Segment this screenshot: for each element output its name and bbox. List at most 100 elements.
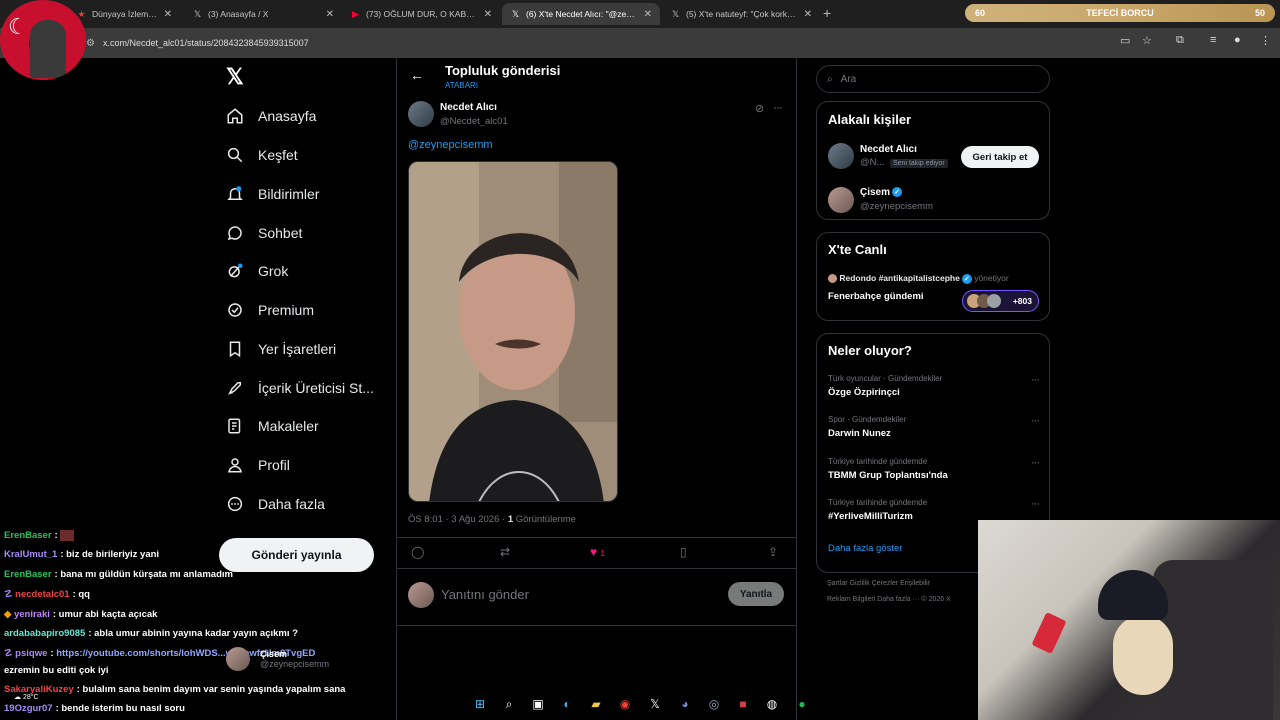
reply-submit-button[interactable]: Yanıtla — [728, 582, 784, 606]
obs-icon[interactable]: ◍ — [762, 694, 782, 714]
like-icon[interactable]: ♥ 1 — [590, 545, 605, 559]
bookmark-star-icon[interactable]: ☆ — [1142, 34, 1152, 47]
chat-message: ErenBaser: bana mı güldün kürşata mı anl… — [4, 569, 233, 580]
bookmark-action-icon[interactable]: ▯ — [680, 545, 687, 559]
nav-grok[interactable]: Grok — [224, 256, 288, 286]
new-tab-icon[interactable]: + — [823, 5, 831, 21]
page-title: Topluluk gönderisi — [445, 63, 561, 78]
trend-meta: Spor · Gündemdekiler — [828, 415, 907, 424]
file-explorer-icon[interactable]: ▰ — [586, 694, 606, 714]
trend-more-icon[interactable]: ··· — [1031, 498, 1040, 510]
trend-item[interactable]: TBMM Grup Toplantısı'nda — [828, 470, 948, 481]
grok-explain-icon[interactable]: ⊘ — [755, 102, 764, 115]
trend-more-icon[interactable]: ··· — [1031, 374, 1040, 386]
nav-premium[interactable]: Premium — [224, 295, 314, 325]
chat-icon — [224, 222, 246, 244]
post-mention-link[interactable]: @zeynepcisemm — [408, 139, 493, 151]
rocket-icon — [224, 377, 246, 399]
back-arrow-icon[interactable]: ← — [410, 67, 424, 83]
post-button[interactable]: Gönderi yayınla — [219, 538, 374, 572]
trend-item[interactable]: #YerliveMilliTurizm — [828, 511, 913, 522]
profile-icon — [224, 454, 246, 476]
debt-bar: 60 TEFECİ BORCU 50 — [965, 4, 1275, 22]
weather-widget[interactable]: ☁ 28°C — [14, 693, 39, 701]
extensions-icon[interactable]: ⧉ — [1176, 34, 1184, 47]
trend-item[interactable]: Darwin Nunez — [828, 428, 891, 439]
site-info-icon[interactable]: ⚙ — [86, 38, 95, 49]
tab-5[interactable]: 𝕏 (5) X'te natuteyf: "Çok korkunç ✕ — [662, 3, 820, 25]
author-avatar[interactable] — [408, 101, 434, 127]
nav-articles[interactable]: Makaleler — [224, 411, 319, 441]
nav-explore[interactable]: Keşfet — [224, 140, 298, 170]
trend-meta: Türkiye tarihinde gündemde — [828, 498, 928, 507]
close-icon[interactable]: ✕ — [164, 9, 172, 20]
card-title: Neler oluyor? — [828, 343, 912, 358]
person-avatar[interactable] — [828, 187, 854, 213]
x-icon: 𝕏 — [193, 8, 202, 19]
more-options-icon[interactable]: ··· — [773, 100, 783, 114]
live-topic[interactable]: Fenerbahçe gündemi — [828, 291, 924, 302]
nav-creator-studio[interactable]: İçerik Üreticisi St... — [224, 373, 374, 403]
person-name[interactable]: Necdet Alıcı — [860, 144, 917, 155]
close-icon[interactable]: ✕ — [484, 9, 492, 20]
app-icon[interactable]: ■ — [733, 694, 753, 714]
nav-profile[interactable]: Profil — [224, 450, 290, 480]
x-app-icon[interactable]: 𝕏 — [645, 694, 665, 714]
account-switcher[interactable]: Çisem @zeynepcisemm — [226, 644, 386, 674]
tab-2[interactable]: 𝕏 (3) Anasayfa / X ✕ — [184, 3, 342, 25]
nav-bookmarks[interactable]: Yer İşaretleri — [224, 334, 336, 364]
webcam-feed — [978, 520, 1280, 720]
search-icon[interactable]: ⌕ — [499, 694, 519, 714]
trend-more-icon[interactable]: ··· — [1031, 457, 1040, 469]
person-avatar[interactable] — [828, 143, 854, 169]
crescent-star-icon: ☾ — [8, 14, 28, 39]
show-more-link[interactable]: Daha fazla göster — [828, 543, 902, 554]
nav-more[interactable]: Daha fazla — [224, 489, 325, 519]
chat-message: ☡ necdetalc01: qq — [4, 589, 90, 600]
tab-4-active[interactable]: 𝕏 (6) X'te Necdet Alıcı: "@zeynepc ✕ — [502, 3, 660, 25]
bookmark-icon — [224, 338, 246, 360]
search-input[interactable]: ⌕ Ara — [816, 65, 1050, 93]
repost-icon[interactable]: ⇄ — [500, 545, 510, 559]
cast-icon[interactable]: ▭ — [1120, 34, 1130, 47]
footer-links[interactable]: Reklam Bilgileri Daha fazla ··· © 2026 X — [827, 596, 951, 603]
steam-icon[interactable]: ◎ — [704, 694, 724, 714]
footer-links[interactable]: Şartlar Gizlilik Çerezler Erişilebilir — [827, 580, 930, 587]
post-image[interactable] — [408, 161, 618, 502]
live-host[interactable]: Redondo #antikapitalistcephe ✓ yönetiyor — [828, 273, 1009, 284]
close-icon[interactable]: ✕ — [326, 9, 334, 20]
author-name[interactable]: Necdet Alıcı — [440, 102, 497, 113]
reply-icon[interactable]: ◯ — [411, 545, 424, 559]
edge-icon[interactable]: ◐ — [557, 694, 577, 714]
close-icon[interactable]: ✕ — [804, 9, 812, 20]
media-icon[interactable]: ≡ — [1210, 34, 1216, 46]
x-logo-icon[interactable]: 𝕏 — [226, 64, 244, 90]
trend-item[interactable]: Özge Özpirinçci — [828, 387, 900, 398]
nav-chat[interactable]: Sohbet — [224, 218, 302, 248]
card-title: X'te Canlı — [828, 242, 887, 257]
profile-avatar-icon[interactable]: ● — [1234, 34, 1241, 46]
close-icon[interactable]: ✕ — [644, 9, 652, 20]
discord-icon[interactable]: ◕ — [675, 694, 695, 714]
author-handle[interactable]: @Necdet_alc01 — [440, 116, 508, 127]
trend-meta: Türkiye tarihinde gündemde — [828, 457, 928, 466]
task-view-icon[interactable]: ▣ — [528, 694, 548, 714]
tab-1[interactable]: ★ Dünyaya İzlemeye Gelm ✕ — [68, 3, 180, 25]
live-listeners-pill[interactable]: +803 — [962, 290, 1039, 312]
community-name[interactable]: ATABARI — [445, 81, 478, 90]
reply-input[interactable]: Yanıtını gönder — [441, 587, 529, 602]
person-handle: @zeynepcisemm — [860, 201, 933, 212]
trend-more-icon[interactable]: ··· — [1031, 415, 1040, 427]
article-icon — [224, 415, 246, 437]
person-name[interactable]: Çisem ✓ — [860, 187, 903, 198]
start-icon[interactable]: ⊞ — [470, 694, 490, 714]
nav-home[interactable]: Anasayfa — [224, 101, 316, 131]
url-field[interactable]: ⚙ x.com/Necdet_alc01/status/208432384593… — [86, 33, 1096, 53]
nav-notifications[interactable]: Bildirimler — [224, 179, 319, 209]
follow-back-button[interactable]: Geri takip et — [961, 146, 1039, 168]
chrome-icon[interactable]: ◉ — [615, 694, 635, 714]
menu-icon[interactable]: ⋮ — [1260, 34, 1271, 47]
tab-3[interactable]: ▶ (73) OĞLUM DUR, O KABLOLU ✕ — [342, 3, 500, 25]
spotify-icon[interactable]: ● — [792, 694, 812, 714]
share-icon[interactable]: ⇪ — [768, 545, 778, 559]
